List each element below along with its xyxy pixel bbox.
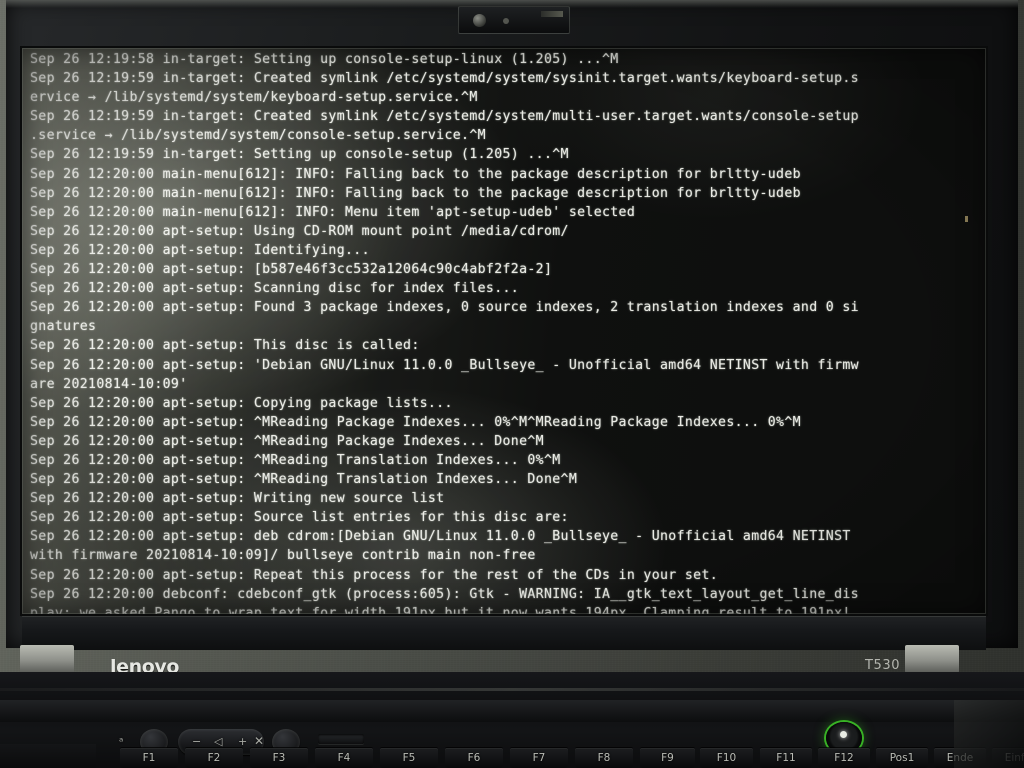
function-key-label: F10 [716, 752, 737, 764]
mic-mute-icon: ✕ [254, 734, 265, 748]
volume-down-icon: − [192, 735, 202, 748]
function-key-pos1[interactable]: Pos1 [876, 748, 928, 768]
function-key-label: F7 [532, 752, 546, 764]
function-key-label: F11 [776, 752, 796, 764]
speaker-vent [318, 734, 364, 744]
console-line: Sep 26 12:20:00 apt-setup: Source list e… [30, 510, 569, 526]
microphone-icon [503, 18, 509, 24]
function-key-label: F1 [142, 752, 156, 764]
console-line: ervice → /lib/systemd/system/keyboard-se… [30, 90, 478, 106]
function-key-label: F12 [834, 752, 854, 764]
function-key-f5[interactable]: F5 [380, 748, 438, 768]
console-line: Sep 26 12:20:00 apt-setup: Scanning disc… [30, 281, 520, 297]
console-line: .service → /lib/systemd/system/console-s… [30, 128, 486, 144]
deck-seam [0, 688, 1024, 691]
display-panel[interactable]: Sep 26 12:19:58 in-target: Setting up co… [22, 48, 986, 614]
function-key-label: F9 [661, 752, 674, 764]
function-key-f11[interactable]: F11 [760, 748, 812, 768]
console-line: Sep 26 12:20:00 apt-setup: [b587e46f3cc5… [30, 262, 553, 278]
console-line: Sep 26 12:20:00 apt-setup: Found 3 packa… [30, 300, 859, 316]
console-line: Sep 26 12:20:00 apt-setup: Using CD-ROM … [30, 223, 569, 239]
lid-hinge-left [20, 645, 74, 673]
console-line: Sep 26 12:19:59 in-target: Created symli… [30, 71, 859, 87]
deck-right-edge [954, 700, 1024, 768]
console-line: Sep 26 12:20:00 apt-setup: ^MReading Pac… [30, 414, 801, 430]
function-key-f3[interactable]: F3 [250, 748, 308, 768]
power-status-led-icon [347, 662, 356, 671]
console-output: Sep 26 12:19:58 in-target: Setting up co… [30, 50, 986, 614]
speaker-mute-icon: ᵃ [119, 735, 124, 748]
stuck-pixel [965, 216, 968, 222]
function-key-label: F6 [467, 752, 481, 764]
console-line: Sep 26 12:20:00 debconf: cdebconf_gtk (p… [30, 586, 859, 602]
function-key-row: F1F2F3F4F5F6F7F8F9F10F11F12Pos1EndeEinfg… [0, 748, 1024, 768]
console-line: are 20210814-10:09' [30, 376, 188, 392]
power-button-led-icon [840, 731, 847, 738]
function-key-f1[interactable]: F1 [120, 748, 178, 768]
console-line: Sep 26 12:20:00 apt-setup: Identifying..… [30, 242, 370, 258]
console-line: Sep 26 12:20:00 apt-setup: ^MReading Tra… [30, 452, 561, 468]
webcam-module [458, 6, 570, 34]
function-key-label: F2 [207, 752, 221, 764]
function-key-f2[interactable]: F2 [185, 748, 243, 768]
console-line: Sep 26 12:19:58 in-target: Setting up co… [30, 52, 619, 67]
function-key-f12[interactable]: F12 [818, 748, 870, 768]
function-key-label: F3 [272, 752, 286, 764]
lid-hinge-right [905, 645, 959, 673]
function-key-label: F4 [337, 752, 351, 764]
console-line: gnatures [30, 319, 97, 335]
console-line: Sep 26 12:20:00 apt-setup: Repeat this p… [30, 567, 719, 583]
function-key-f8[interactable]: F8 [575, 748, 633, 768]
volume-up-icon: + [238, 735, 248, 748]
console-line: Sep 26 12:20:00 apt-setup: Writing new s… [30, 491, 445, 507]
function-key-f10[interactable]: F10 [700, 748, 753, 768]
console-line: Sep 26 12:19:59 in-target: Setting up co… [30, 147, 569, 163]
function-key-f7[interactable]: F7 [510, 748, 568, 768]
webcam-lens-icon [473, 14, 486, 27]
console-line: Sep 26 12:20:00 main-menu[612]: INFO: Fa… [30, 166, 801, 182]
console-line: Sep 26 12:20:00 apt-setup: Copying packa… [30, 395, 453, 411]
function-key-label: Pos1 [889, 752, 915, 764]
function-key-f4[interactable]: F4 [315, 748, 373, 768]
console-line: Sep 26 12:20:00 apt-setup: 'Debian GNU/L… [30, 357, 859, 373]
console-line: Sep 26 12:20:00 main-menu[612]: INFO: Fa… [30, 185, 801, 201]
speaker-icon: ◁ [214, 735, 223, 748]
model-badge: T530 [865, 658, 901, 673]
function-key-f6[interactable]: F6 [445, 748, 503, 768]
console-line: Sep 26 12:19:59 in-target: Created symli… [30, 109, 859, 125]
function-key-f9[interactable]: F9 [640, 748, 695, 768]
console-line: Sep 26 12:20:00 apt-setup: deb cdrom:[De… [30, 529, 851, 545]
console-line: play: we asked Pango to wrap text for wi… [30, 605, 851, 614]
function-key-label: F5 [402, 752, 416, 764]
console-line: with firmware 20210814-10:09]/ bullseye … [30, 548, 536, 564]
console-line: Sep 26 12:20:00 main-menu[612]: INFO: Me… [30, 204, 636, 220]
laptop-photo: Sep 26 12:19:58 in-target: Setting up co… [0, 0, 1024, 768]
screen-frame: Sep 26 12:19:58 in-target: Setting up co… [22, 48, 986, 614]
deck-upper-panel [0, 700, 1024, 722]
console-line: Sep 26 12:20:00 apt-setup: This disc is … [30, 338, 420, 354]
console-line: Sep 26 12:20:00 apt-setup: ^MReading Pac… [30, 433, 544, 449]
ambient-sensor-icon [541, 11, 563, 17]
function-key-label: F8 [597, 752, 611, 764]
wifi-status-led-icon [327, 662, 336, 671]
bottom-bezel [22, 616, 986, 650]
console-line: Sep 26 12:20:00 apt-setup: ^MReading Tra… [30, 472, 578, 488]
